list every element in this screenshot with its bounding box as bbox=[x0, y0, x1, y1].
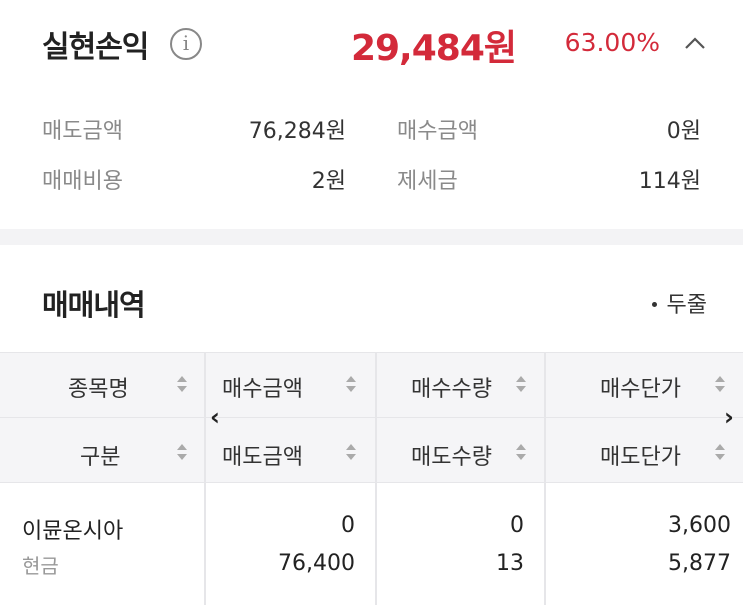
sort-icon[interactable] bbox=[514, 441, 528, 463]
column-divider bbox=[544, 483, 546, 605]
chevron-up-icon[interactable] bbox=[680, 30, 710, 56]
trade-history-title: 매매내역 bbox=[42, 288, 146, 322]
taxes-label: 제세금 bbox=[397, 169, 458, 194]
header-buy-price[interactable]: 매수단가 bbox=[600, 371, 681, 403]
section-divider bbox=[0, 229, 743, 245]
column-divider bbox=[375, 353, 377, 484]
column-divider bbox=[544, 353, 546, 484]
taxes-value: 114원 bbox=[638, 169, 701, 194]
dot-icon bbox=[651, 301, 657, 307]
buy-amount-label: 매수금액 bbox=[397, 119, 478, 144]
sort-icon[interactable] bbox=[344, 441, 358, 463]
info-icon[interactable]: i bbox=[170, 28, 202, 60]
trading-cost-label: 매매비용 bbox=[42, 169, 123, 194]
chevron-right-icon[interactable]: › bbox=[724, 403, 734, 431]
sort-icon[interactable] bbox=[713, 441, 727, 463]
sort-icon[interactable] bbox=[175, 441, 189, 463]
column-divider bbox=[204, 353, 206, 484]
header-buy-amount[interactable]: 매수금액 bbox=[222, 371, 303, 403]
sell-amount: 76,400 bbox=[278, 551, 355, 576]
pnl-rate: 63.00% bbox=[564, 28, 660, 57]
column-divider bbox=[204, 483, 206, 605]
sell-price: 5,877 bbox=[668, 551, 731, 576]
two-line-label: 두줄 bbox=[666, 293, 707, 318]
buy-amount: 0 bbox=[341, 513, 355, 538]
column-divider bbox=[375, 483, 377, 605]
header-type[interactable]: 구분 bbox=[80, 439, 120, 471]
sell-amount-value: 76,284원 bbox=[248, 119, 346, 144]
trade-type: 현금 bbox=[22, 554, 59, 578]
sort-icon[interactable] bbox=[175, 373, 189, 395]
trading-cost-value: 2원 bbox=[311, 169, 346, 194]
stock-name: 이뮨온시아 bbox=[22, 519, 124, 544]
sell-amount-label: 매도금액 bbox=[42, 119, 123, 144]
sort-icon[interactable] bbox=[713, 373, 727, 395]
buy-price: 3,600 bbox=[668, 513, 731, 538]
header-row-divider bbox=[0, 417, 743, 418]
header-buy-qty[interactable]: 매수수량 bbox=[411, 371, 492, 403]
buy-amount-value: 0원 bbox=[666, 119, 701, 144]
two-line-toggle[interactable]: 두줄 bbox=[651, 287, 707, 319]
header-sell-qty[interactable]: 매도수량 bbox=[411, 439, 492, 471]
header-sell-price[interactable]: 매도단가 bbox=[600, 439, 681, 471]
sort-icon[interactable] bbox=[514, 373, 528, 395]
pnl-amount: 29,484원 bbox=[350, 28, 517, 69]
realized-pnl-summary: 실현손익 i 29,484원 63.00% 매도금액 76,284원 매수금액 … bbox=[0, 0, 743, 229]
sell-qty: 13 bbox=[496, 551, 524, 576]
sort-icon[interactable] bbox=[344, 373, 358, 395]
chevron-left-icon[interactable]: ‹ bbox=[210, 403, 220, 431]
header-stock-name[interactable]: 종목명 bbox=[68, 371, 129, 403]
table-header: 종목명 매수금액 매수수량 매수단가 구분 매도금액 매도수량 매도단가 ‹ › bbox=[0, 352, 743, 484]
pnl-title: 실현손익 bbox=[42, 30, 149, 65]
header-sell-amount[interactable]: 매도금액 bbox=[222, 439, 303, 471]
buy-qty: 0 bbox=[510, 513, 524, 538]
